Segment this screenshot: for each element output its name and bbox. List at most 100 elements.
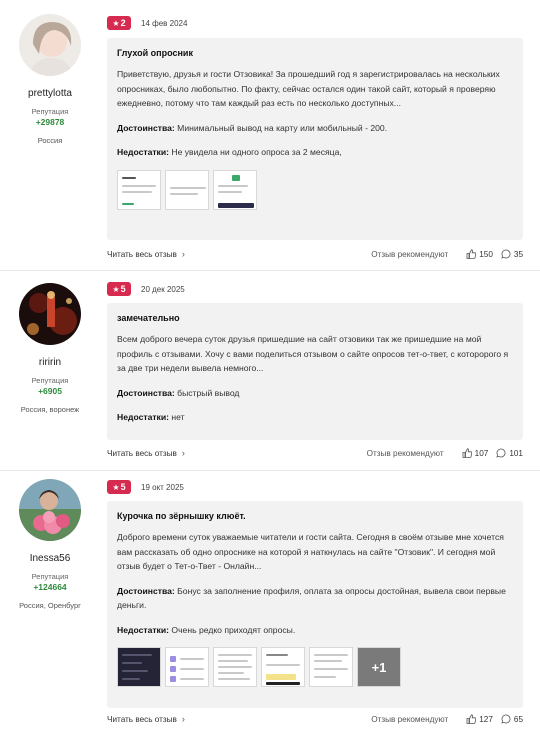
like-button[interactable]: 150 (466, 249, 493, 259)
recommends-label: Отзыв рекомендуют (371, 249, 449, 259)
comment-icon (496, 448, 506, 458)
photo-thumbnail[interactable] (309, 647, 353, 687)
photo-strip (117, 169, 513, 210)
photo-strip: +1 (117, 647, 513, 687)
review-title[interactable]: замечательно (117, 313, 513, 323)
thumbs-up-icon (466, 714, 477, 724)
review-footer: Читать весь отзыв › Отзыв рекомендуют 107… (107, 448, 523, 458)
photo-thumbnail[interactable] (261, 647, 305, 687)
review-footer: Читать весь отзыв › Отзыв рекомендуют 127… (107, 714, 523, 724)
star-icon: ★ (112, 284, 120, 294)
author-location: Россия (37, 136, 63, 145)
avatar[interactable] (19, 479, 81, 541)
reputation-value: +6905 (38, 386, 62, 396)
rating-value: 5 (120, 284, 126, 294)
like-button[interactable]: 107 (462, 448, 489, 458)
avatar[interactable] (19, 14, 81, 76)
read-more-label: Читать весь отзыв (107, 249, 177, 259)
pros-label: Достоинства: (117, 122, 175, 133)
review-content[interactable]: Курочка по зёрнышку клюёт. Доброго време… (107, 501, 523, 708)
author-location: Россия, воронеж (20, 405, 80, 414)
chevron-right-icon: › (181, 448, 185, 458)
thumbs-up-icon (462, 448, 472, 458)
cons-text: Очень редко приходят опросы. (171, 624, 296, 635)
star-icon: ★ (112, 18, 120, 28)
comments-button[interactable]: 101 (496, 448, 523, 458)
comment-count: 101 (509, 448, 523, 458)
comment-icon (501, 714, 511, 724)
comment-count: 35 (513, 249, 523, 259)
more-photos-button[interactable]: +1 (357, 647, 401, 687)
cons-label: Недостатки: (117, 147, 169, 157)
rating-row: ★ 5 20 дек 2025 (107, 282, 185, 296)
photo-thumbnail[interactable] (117, 647, 161, 687)
pros-label: Достоинства: (117, 585, 175, 596)
review-date: 20 дек 2025 (141, 284, 185, 294)
review-content[interactable]: Глухой опросник Приветствую, друзья и го… (107, 38, 523, 240)
like-button[interactable]: 127 (466, 714, 493, 724)
cons-text: Не увидела ни одного опроса за 2 месяца, (171, 147, 342, 157)
comments-button[interactable]: 65 (501, 714, 523, 724)
rating-badge: ★ 5 (107, 480, 131, 494)
read-more-label: Читать весь отзыв (107, 714, 177, 724)
review-title[interactable]: Курочка по зёрнышку клюёт. (117, 511, 513, 521)
review-pros: Достоинства: Минимальный вывод на карту … (117, 121, 513, 136)
recommends-label: Отзыв рекомендуют (366, 448, 444, 458)
comment-count: 65 (513, 714, 523, 724)
review-footer: Читать весь отзыв › Отзыв рекомендуют 150… (107, 249, 523, 259)
cons-label: Недостатки: (117, 624, 169, 635)
review-cons: Недостатки: нет (117, 410, 513, 425)
photo-thumbnail[interactable] (165, 169, 209, 210)
rating-badge: ★ 5 (107, 282, 131, 296)
reputation-value: +124664 (33, 582, 67, 592)
review-date: 14 фев 2024 (141, 18, 188, 28)
review-title[interactable]: Глухой опросник (117, 48, 513, 58)
reputation-label: Репутация (31, 107, 69, 116)
comments-button[interactable]: 35 (501, 249, 523, 259)
rating-value: 2 (120, 18, 126, 28)
cons-text: нет (171, 412, 185, 422)
read-more-link[interactable]: Читать весь отзыв › (107, 714, 185, 724)
reputation-label: Репутация (31, 572, 69, 581)
author-name[interactable]: prettylotta (0, 88, 100, 99)
pros-text: Минимальный вывод на карту или мобильный… (177, 122, 388, 133)
review-excerpt: Доброго времени суток уважаемые читатели… (117, 532, 504, 571)
reputation-label: Репутация (31, 376, 69, 385)
review-excerpt: Приветствую, друзья и гости Отзовика! За… (117, 69, 500, 108)
photo-thumbnail[interactable] (117, 169, 161, 210)
pros-label: Достоинства: (117, 387, 175, 398)
recommends-label: Отзыв рекомендуют (371, 714, 449, 724)
review-pros: Достоинства: Бонус за заполнение профиля… (117, 584, 513, 613)
rating-row: ★ 5 19 окт 2025 (107, 480, 184, 494)
author-block: Inessa56 Репутация +124664 Россия, Оренб… (0, 479, 100, 610)
author-name[interactable]: riririn (0, 357, 100, 368)
chevron-right-icon: › (181, 714, 185, 724)
review-card: prettylotta Репутация +29878 Россия ★ 2 … (0, 0, 540, 271)
reputation-value: +29878 (35, 117, 65, 127)
review-content[interactable]: замечательно Всем доброго вечера суток д… (107, 303, 523, 440)
read-more-link[interactable]: Читать весь отзыв › (107, 249, 185, 259)
photo-thumbnail[interactable] (213, 169, 257, 210)
author-block: prettylotta Репутация +29878 Россия (0, 14, 100, 145)
author-block: riririn Репутация +6905 Россия, воронеж (0, 283, 100, 414)
photo-thumbnail[interactable] (213, 647, 257, 687)
avatar[interactable] (19, 283, 81, 345)
read-more-label: Читать весь отзыв (107, 448, 177, 458)
like-count: 150 (479, 249, 493, 259)
review-card: Inessa56 Репутация +124664 Россия, Оренб… (0, 471, 540, 742)
pros-text: Бонус за заполнение профиля, оплата за о… (117, 585, 506, 611)
review-card: riririn Репутация +6905 Россия, воронеж … (0, 271, 540, 471)
like-count: 107 (474, 448, 489, 458)
cons-label: Недостатки: (117, 412, 169, 422)
rating-badge: ★ 2 (107, 16, 131, 30)
rating-row: ★ 2 14 фев 2024 (107, 16, 187, 30)
photo-thumbnail[interactable] (165, 647, 209, 687)
read-more-link[interactable]: Читать весь отзыв › (107, 448, 185, 458)
review-pros: Достоинства: быстрый вывод (117, 386, 513, 401)
review-date: 19 окт 2025 (141, 482, 184, 492)
star-icon: ★ (112, 482, 120, 492)
author-name[interactable]: Inessa56 (0, 553, 100, 564)
like-count: 127 (479, 714, 493, 724)
pros-text: быстрый вывод (177, 387, 240, 398)
author-location: Россия, Оренбург (19, 601, 81, 610)
